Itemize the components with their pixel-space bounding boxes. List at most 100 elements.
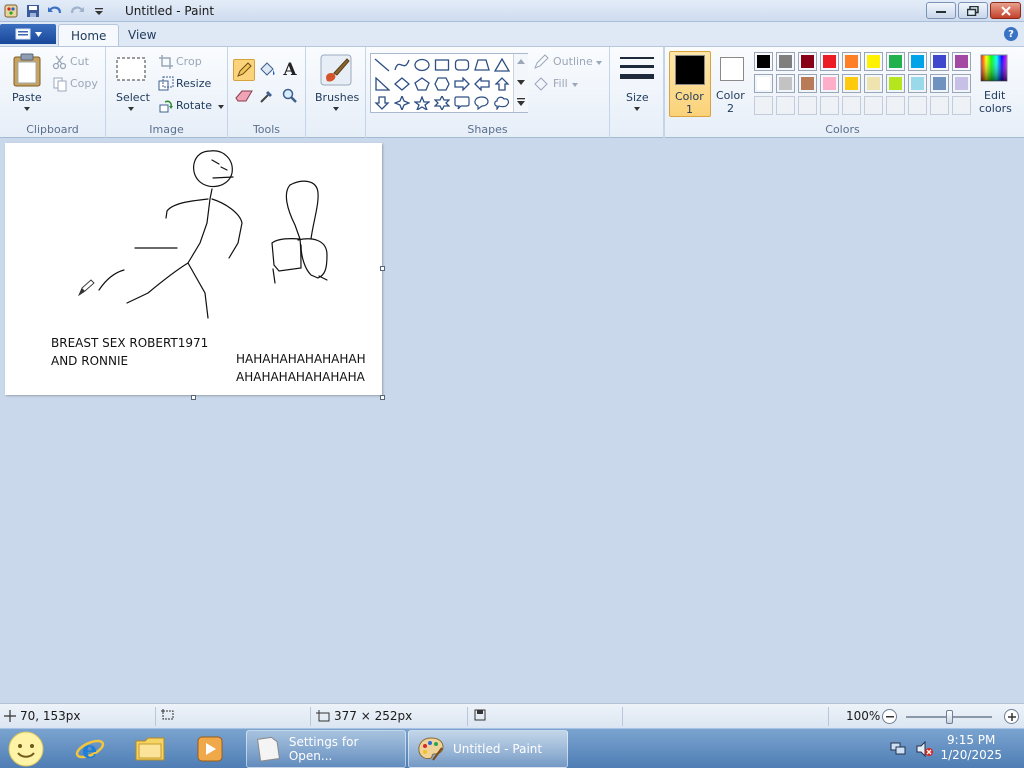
fill-tool-button[interactable] [256,59,278,81]
undo-icon[interactable] [46,2,64,20]
right-arrow-shape[interactable] [452,74,472,93]
customize-qat-icon[interactable] [90,2,108,20]
tab-home[interactable]: Home [58,24,120,46]
eraser-tool-button[interactable] [233,85,255,107]
resize-handle-bottom[interactable] [191,395,196,400]
drawing-canvas[interactable]: BREAST SEX ROBERT1971 AND RONNIE HAHAHAH… [5,143,382,395]
custom-color-slot[interactable] [754,96,773,115]
help-icon[interactable]: ? [1004,27,1018,41]
redo-icon[interactable] [68,2,86,20]
clock[interactable]: 9:15 PM 1/20/2025 [940,733,1002,763]
copy-button[interactable]: Copy [52,76,102,94]
paste-button[interactable]: Paste [8,51,46,117]
color-swatch[interactable] [930,52,949,71]
start-button[interactable] [6,730,46,768]
close-button[interactable] [990,2,1021,19]
resize-handle-corner[interactable] [380,395,385,400]
brushes-button[interactable]: Brushes [310,51,362,117]
minimize-button[interactable] [926,2,956,19]
cloud-callout-shape[interactable] [492,93,512,112]
curve-shape[interactable] [392,55,412,74]
pencil-tool-button[interactable] [233,59,255,81]
color-picker-tool-button[interactable] [256,85,278,107]
fill-button[interactable]: Fill [533,76,605,94]
color-swatch[interactable] [798,52,817,71]
internet-explorer-button[interactable]: e [70,731,110,767]
color-swatch[interactable] [908,52,927,71]
custom-color-slot[interactable] [820,96,839,115]
zoom-slider[interactable] [906,710,992,724]
color-swatch[interactable] [952,74,971,93]
diamond-shape[interactable] [392,74,412,93]
color-swatch[interactable] [776,74,795,93]
text-tool-button[interactable]: A [279,59,301,81]
file-explorer-button[interactable] [130,731,170,767]
custom-color-slot[interactable] [952,96,971,115]
six-point-star-shape[interactable] [432,93,452,112]
outline-button[interactable]: Outline [533,54,605,72]
color-swatch[interactable] [842,74,861,93]
custom-color-slot[interactable] [908,96,927,115]
zoom-slider-thumb[interactable] [946,710,953,724]
zoom-in-button[interactable] [1004,709,1019,724]
shapes-gallery-scrollbar[interactable] [513,54,528,112]
color-swatch[interactable] [908,74,927,93]
custom-color-slot[interactable] [886,96,905,115]
media-player-button[interactable] [190,731,230,767]
color-swatch[interactable] [754,52,773,71]
color-swatch[interactable] [886,52,905,71]
custom-color-slot[interactable] [864,96,883,115]
tab-view[interactable]: View [116,24,168,46]
four-point-star-shape[interactable] [392,93,412,112]
zoom-out-button[interactable] [882,709,897,724]
size-button[interactable]: Size [616,51,658,117]
pentagon-shape[interactable] [412,74,432,93]
polygon-shape[interactable] [472,55,492,74]
taskbar-window-paint[interactable]: Untitled - Paint [408,730,568,768]
triangle-shape[interactable] [492,55,512,74]
paint-menu-button[interactable] [0,24,56,44]
custom-color-slot[interactable] [842,96,861,115]
color-swatch[interactable] [798,74,817,93]
color-swatch[interactable] [754,74,773,93]
rounded-rectangle-shape[interactable] [452,55,472,74]
color-swatch[interactable] [930,74,949,93]
color-swatch[interactable] [776,52,795,71]
color-swatch[interactable] [864,52,883,71]
down-arrow-shape[interactable] [372,93,392,112]
cut-button[interactable]: Cut [52,54,102,72]
color-swatch[interactable] [864,74,883,93]
canvas-workspace[interactable]: BREAST SEX ROBERT1971 AND RONNIE HAHAHAH… [0,138,1024,703]
tray-volume-icon[interactable] [916,740,934,758]
color-swatch[interactable] [952,52,971,71]
color-swatch[interactable] [820,74,839,93]
taskbar-window-settings[interactable]: Settings for Open... [246,730,406,768]
custom-color-slot[interactable] [776,96,795,115]
left-arrow-shape[interactable] [472,74,492,93]
rectangle-shape[interactable] [432,55,452,74]
oval-callout-shape[interactable] [472,93,492,112]
crop-button[interactable]: Crop [158,54,224,72]
resize-handle-right[interactable] [380,266,385,271]
color-swatch[interactable] [886,74,905,93]
resize-button[interactable]: Resize [158,76,224,94]
rounded-callout-shape[interactable] [452,93,472,112]
custom-color-slot[interactable] [930,96,949,115]
line-shape[interactable] [372,55,392,74]
up-arrow-shape[interactable] [492,74,512,93]
custom-color-slot[interactable] [798,96,817,115]
rotate-button[interactable]: Rotate [158,98,224,116]
edit-colors-button[interactable]: Edit colors [976,51,1012,117]
five-point-star-shape[interactable] [412,93,432,112]
magnifier-tool-button[interactable] [279,85,301,107]
hexagon-shape[interactable] [432,74,452,93]
restore-button[interactable] [958,2,988,19]
color-swatch[interactable] [820,52,839,71]
save-icon[interactable] [24,2,42,20]
oval-shape[interactable] [412,55,432,74]
tray-network-icon[interactable] [890,741,906,757]
color-swatch[interactable] [842,52,861,71]
select-button[interactable]: Select [114,51,150,117]
paint-app-icon[interactable] [2,2,20,20]
right-triangle-shape[interactable] [372,74,392,93]
